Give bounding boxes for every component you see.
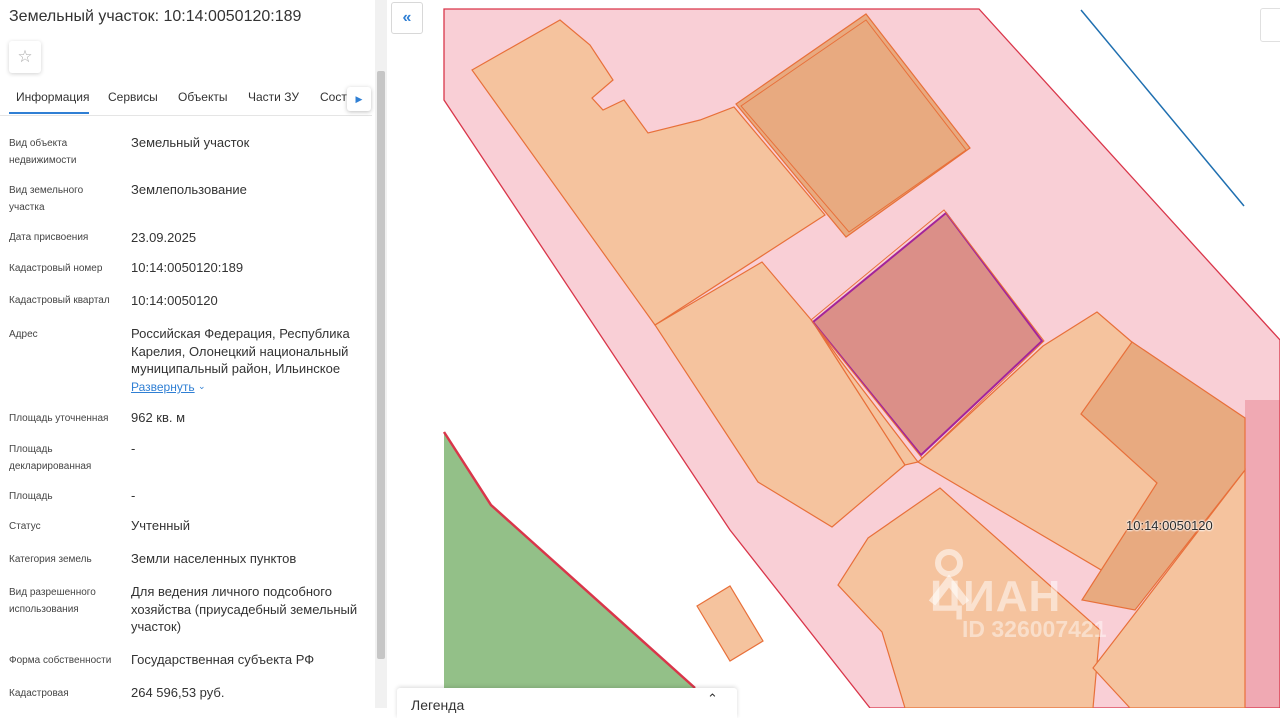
- tab-parts[interactable]: Части ЗУ: [248, 90, 299, 104]
- field-value: Государственная субъекта РФ: [131, 652, 315, 667]
- double-chevron-left-icon: «: [402, 9, 412, 26]
- chevron-right-icon: ▶: [355, 93, 363, 104]
- legend-panel[interactable]: Легенда ⌃: [397, 688, 737, 718]
- favorite-button[interactable]: ☆: [9, 41, 41, 73]
- field-value: 264 596,53 руб.: [131, 685, 225, 700]
- tab-information[interactable]: Информация: [16, 90, 89, 104]
- star-icon: ☆: [17, 47, 33, 66]
- active-tab-indicator: [9, 112, 89, 114]
- field-value: Землепользование: [131, 182, 247, 197]
- map-canvas[interactable]: [387, 0, 1280, 708]
- tab-objects[interactable]: Объекты: [178, 90, 228, 104]
- info-panel: Земельный участок: 10:14:0050120:189 ☆ И…: [0, 0, 387, 708]
- field-label: Дата присвоения: [9, 232, 89, 243]
- field-value: 962 кв. м: [131, 410, 186, 425]
- field-value: Земельный участок: [131, 135, 250, 150]
- field-label: Адрес: [9, 329, 38, 340]
- field-label: Вид земельного участка: [9, 185, 84, 213]
- quarter-edge-strip: [1245, 400, 1280, 708]
- tabs-scroll-right-button[interactable]: ▶: [347, 87, 371, 111]
- field-label: Категория земель: [9, 554, 92, 565]
- field-label: Форма собственности: [9, 655, 112, 666]
- chevron-down-icon[interactable]: ⌄: [198, 381, 206, 392]
- field-value: -: [131, 488, 136, 503]
- field-label: Вид объекта недвижимости: [9, 138, 77, 166]
- tab-services[interactable]: Сервисы: [108, 90, 158, 104]
- field-label: Площадь: [9, 491, 53, 502]
- field-value: -: [131, 441, 136, 456]
- field-label: Площадь декларированная: [9, 444, 92, 472]
- field-value: 23.09.2025: [131, 230, 197, 245]
- tab-bar: Информация Сервисы Объекты Части ЗУ Сост…: [0, 82, 372, 116]
- field-value: 10:14:0050120: [131, 293, 218, 308]
- legend-label: Легенда: [411, 697, 465, 713]
- field-label: Кадастровый квартал: [9, 295, 110, 306]
- chevron-up-icon[interactable]: ⌃: [707, 691, 718, 707]
- field-value: Земли населенных пунктов: [131, 551, 297, 566]
- quarter-label: 10:14:0050120: [1126, 518, 1213, 533]
- field-label: Статус: [9, 521, 41, 532]
- field-label: Кадастровая: [9, 688, 69, 699]
- cadastral-map[interactable]: [387, 0, 1280, 708]
- green-zone[interactable]: [444, 432, 695, 688]
- field-value: 10:14:0050120:189: [131, 260, 244, 275]
- address-value: Российская Федерация, Республика Карелия…: [131, 326, 350, 376]
- watermark-id: ID 326007421: [962, 616, 1107, 642]
- field-label: Площадь уточненная: [9, 413, 109, 424]
- collapse-panel-button[interactable]: «: [391, 2, 423, 34]
- expand-address-link[interactable]: Развернуть: [131, 380, 195, 394]
- page-title: Земельный участок: 10:14:0050120:189: [9, 8, 302, 25]
- field-label: Вид разрешенного использования: [9, 587, 96, 615]
- field-value: Для ведения личного подсобного хозяйства…: [131, 584, 358, 634]
- parcel-shape[interactable]: [696, 585, 764, 662]
- field-value: Учтенный: [131, 518, 191, 533]
- map-tool-button[interactable]: [1260, 8, 1280, 42]
- scrollbar-thumb[interactable]: [377, 71, 385, 659]
- watermark-text: ЦИАН: [930, 572, 1062, 621]
- field-label: Кадастровый номер: [9, 263, 103, 274]
